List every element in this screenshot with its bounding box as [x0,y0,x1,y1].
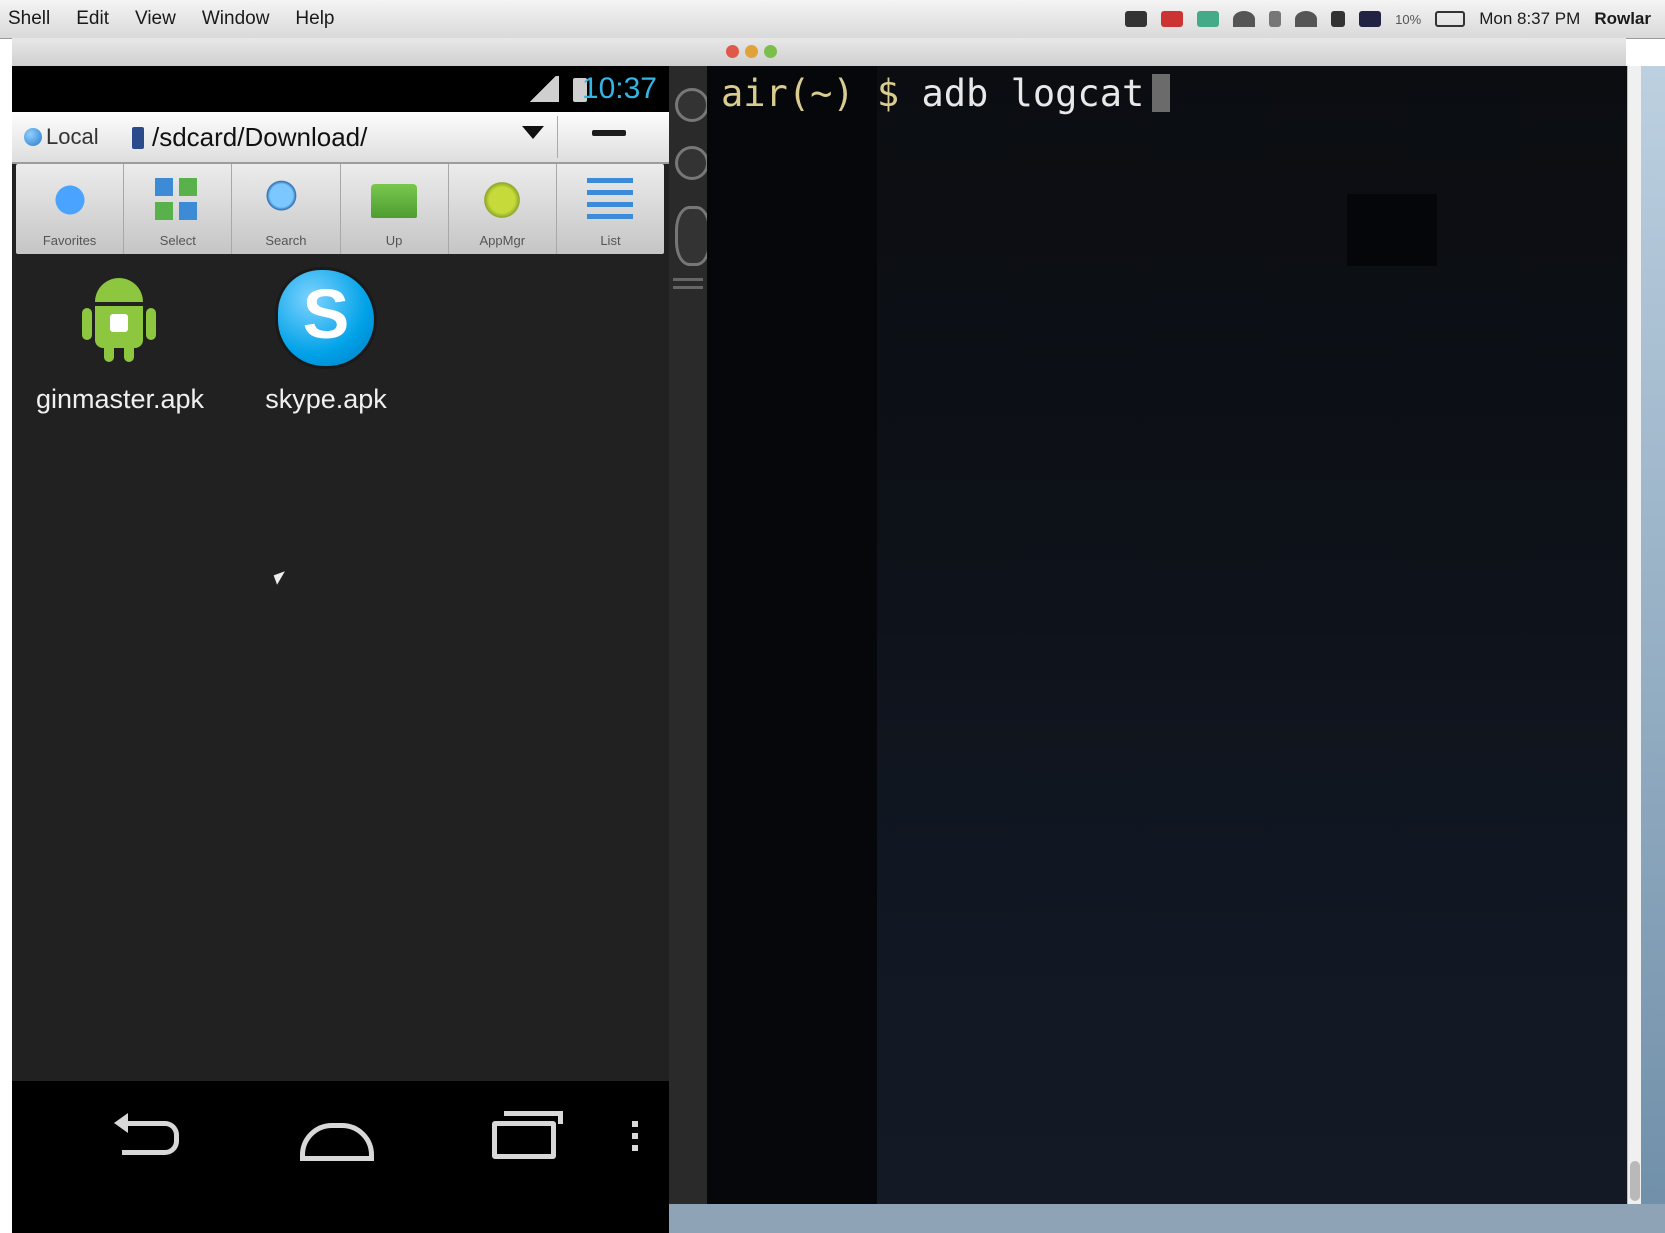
gear-icon [479,178,526,222]
menu-clock[interactable]: Mon 8:37 PM [1479,9,1580,29]
android-nav-bar [12,1081,669,1233]
menu-window[interactable]: Window [202,8,270,30]
list-icon [587,178,634,222]
menu-list: Shell Edit View Window Help [8,0,335,38]
favorites-label: Favorites [42,233,97,248]
emulator-side-controls [669,66,711,1233]
select-button[interactable]: Select [124,164,233,254]
back-arrow-icon [114,1113,128,1133]
volume-knob-icon[interactable] [675,88,709,122]
emulator-title-bar [12,38,666,66]
android-icon [70,268,170,368]
appmgr-button[interactable]: AppMgr [449,164,557,254]
wifi-icon[interactable] [1233,11,1256,27]
close-button[interactable] [726,45,739,58]
file-grid: ginmaster.apk S skype.apk [12,262,669,442]
camera-icon[interactable] [1125,11,1148,27]
menu-status-area: 10% Mon 8:37 PM Rowlar [1125,0,1651,38]
window-controls [726,45,777,58]
divider [673,286,703,289]
select-label: Select [159,233,196,248]
app-red-icon[interactable] [1161,11,1184,27]
search-icon [262,178,309,222]
zoom-button[interactable] [764,45,777,58]
mouse-cursor-icon [273,571,289,585]
file-name: ginmaster.apk [35,384,205,414]
list-view-button[interactable]: List [557,164,664,254]
terminal-window[interactable]: air(~) $ adb logcat [707,66,1627,1204]
back-button[interactable] [122,1121,179,1155]
rotate-knob-icon[interactable] [675,146,709,180]
menu-view[interactable]: View [135,8,176,30]
menu-help[interactable]: Help [295,8,334,30]
volume-icon[interactable] [1331,11,1346,27]
desktop-background-bottom [669,1204,1665,1233]
terminal-shadow [707,66,877,1204]
android-status-bar: 10:37 [12,66,669,112]
appmgr-label: AppMgr [479,233,526,248]
search-button[interactable]: Search [232,164,341,254]
path-bar: Local /sdcard/Download/ [12,112,669,164]
terminal-title-bar [666,38,1626,66]
battery-icon[interactable] [1435,11,1466,27]
favorites-button[interactable]: Favorites [16,164,125,254]
signal-icon [527,76,559,102]
path-selector[interactable]: /sdcard/Download/ [132,122,367,153]
star-icon [46,178,93,222]
collapse-button[interactable] [592,130,626,136]
file-manager-toolbar: Favorites Select Search Up AppMgr List [16,164,664,254]
home-button[interactable] [300,1123,374,1161]
location-label: Local [46,124,99,149]
current-path: /sdcard/Download/ [152,122,368,152]
mac-menu-bar: Shell Edit View Window Help 10% Mon 8:37… [0,0,1665,39]
terminal-line: air(~) $ adb logcat [721,72,1171,115]
overflow-menu-button[interactable] [632,1121,638,1151]
battery-percent: 10% [1395,11,1422,27]
sync-icon[interactable] [1197,11,1220,27]
divider [557,116,558,158]
terminal-scrollbar[interactable] [1627,66,1642,1204]
up-button[interactable]: Up [341,164,449,254]
location-selector[interactable]: Local [24,124,99,150]
android-emulator-screen: 10:37 Local /sdcard/Download/ Favorites … [12,66,669,1233]
file-name: skype.apk [265,384,387,414]
select-grid-icon [154,178,201,222]
folder-up-icon [371,184,418,218]
airport-icon[interactable] [1295,11,1318,27]
bluetooth-icon[interactable] [1269,11,1282,27]
recent-apps-button[interactable] [492,1121,556,1159]
sdcard-icon [132,126,144,149]
chevron-down-icon[interactable] [522,126,544,139]
menu-user[interactable]: Rowlar [1594,9,1651,29]
minimize-button[interactable] [745,45,758,58]
search-label: Search [265,233,307,248]
skype-icon: S [276,268,376,368]
background-artifact [1347,194,1437,266]
menu-shell[interactable]: Shell [8,8,50,30]
menu-edit[interactable]: Edit [76,8,109,30]
list-label: List [600,233,621,248]
terminal-prompt: air(~) $ [721,72,900,115]
divider [673,278,703,281]
text-cursor [1152,74,1171,112]
dpad-icon[interactable] [675,206,711,266]
globe-icon [24,128,42,146]
desktop-background [1641,66,1665,1233]
display-icon[interactable] [1359,11,1382,27]
scroll-thumb[interactable] [1630,1161,1640,1201]
terminal-command: adb logcat [921,72,1145,115]
up-label: Up [385,233,403,248]
status-time: 10:37 [581,72,657,105]
